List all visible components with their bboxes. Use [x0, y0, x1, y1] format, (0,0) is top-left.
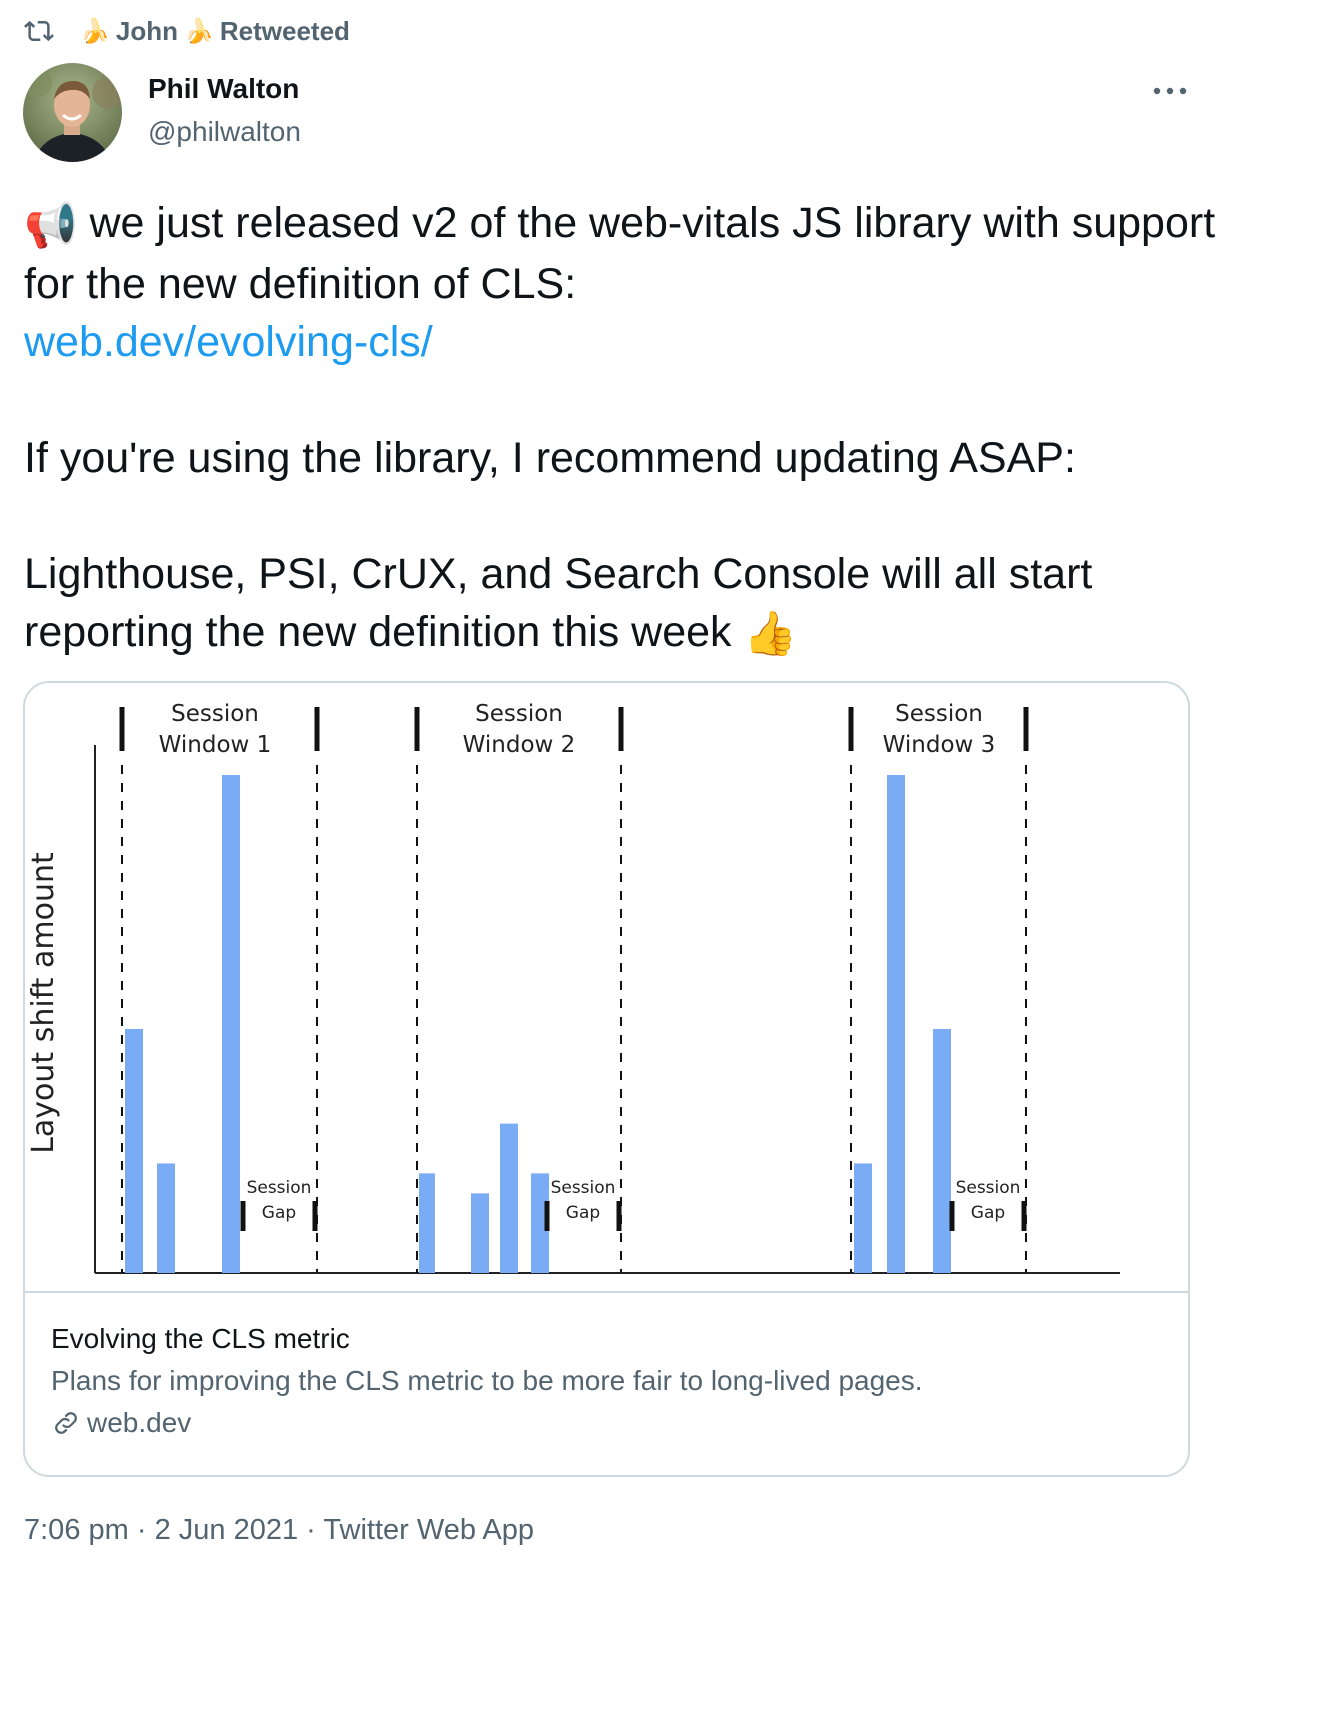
- layout-shift-bar: [157, 1163, 175, 1273]
- retweet-header[interactable]: 🍌 John 🍌 Retweeted: [22, 14, 350, 48]
- layout-shift-bar: [933, 1028, 951, 1273]
- card-image: Layout shift amount Session Window 1 Sessio…: [25, 683, 1188, 1293]
- layout-shift-bar: [471, 1193, 489, 1273]
- session-window-label: Window 2: [463, 732, 576, 758]
- session-window-label: Window 3: [883, 732, 996, 758]
- tweet-text: 📢 we just released v2 of the web-vitals …: [24, 194, 1254, 663]
- author-name[interactable]: Phil Walton: [148, 72, 301, 106]
- session-window-label: Session: [895, 701, 983, 727]
- card-title: Evolving the CLS metric: [51, 1323, 350, 1354]
- separator: ·: [306, 1514, 316, 1546]
- thumbs-up-icon: 👍: [743, 610, 798, 659]
- layout-shift-bar: [222, 775, 240, 1273]
- session-gap-label: Gap: [971, 1203, 1005, 1223]
- tweet-paragraph-2: If you're using the library, I recommend…: [24, 433, 1076, 482]
- session-window-label: Session: [475, 701, 563, 727]
- more-icon[interactable]: [1150, 85, 1190, 97]
- author-block[interactable]: Phil Walton @philwalton: [148, 72, 301, 152]
- layout-shift-bar: [419, 1173, 435, 1273]
- session-gap-label: Gap: [262, 1203, 296, 1223]
- card-domain: web.dev: [87, 1407, 192, 1438]
- separator: ·: [136, 1514, 147, 1546]
- tweet-link[interactable]: web.dev/evolving-cls/: [24, 318, 433, 366]
- retweet-icon: [24, 20, 54, 42]
- banana-emoji: 🍌: [80, 17, 110, 45]
- banana-emoji: 🍌: [184, 17, 214, 45]
- tweet-line1: we just released v2 of the web-vitals JS…: [24, 199, 1228, 308]
- session-window-label: Window 1: [159, 732, 272, 758]
- link-icon: [55, 1412, 77, 1434]
- layout-shift-bar: [500, 1123, 518, 1273]
- layout-shift-bar: [125, 1028, 143, 1273]
- tweet-source[interactable]: Twitter Web App: [323, 1514, 534, 1546]
- retweeted-label: Retweeted: [219, 15, 350, 46]
- session-gap-label: Session: [956, 1178, 1021, 1198]
- session-gap-label: Gap: [566, 1203, 600, 1223]
- author-handle[interactable]: @philwalton: [148, 112, 301, 152]
- session-window-label: Session: [171, 701, 259, 727]
- layout-shift-bar: [887, 775, 905, 1273]
- card-meta: Evolving the CLS metric Plans for improv…: [51, 1319, 1161, 1443]
- avatar[interactable]: [23, 63, 122, 162]
- tweet-date[interactable]: 2 Jun 2021: [155, 1514, 299, 1546]
- session-gap-label: Session: [551, 1178, 616, 1198]
- y-axis-label: Layout shift amount: [26, 852, 61, 1154]
- layout-shift-bar: [854, 1163, 872, 1273]
- tweet-timestamp: 7:06 pm · 2 Jun 2021 · Twitter Web App: [24, 1508, 534, 1552]
- session-gap-label: Session: [247, 1178, 312, 1198]
- retweeter-name[interactable]: John: [116, 16, 178, 47]
- tweet-paragraph-3: Lighthouse, PSI, CrUX, and Search Consol…: [24, 549, 1105, 656]
- tweet-time[interactable]: 7:06 pm: [24, 1514, 129, 1546]
- megaphone-icon: 📢: [24, 201, 78, 250]
- cls-chart: Layout shift amount Session Window 1 Sessio…: [26, 701, 1120, 1274]
- card-description: Plans for improving the CLS metric to be…: [51, 1365, 923, 1396]
- card-domain-row: web.dev: [51, 1403, 1161, 1443]
- avatar-image: [23, 63, 122, 162]
- link-card[interactable]: Layout shift amount Session Window 1 Sessio…: [23, 681, 1190, 1477]
